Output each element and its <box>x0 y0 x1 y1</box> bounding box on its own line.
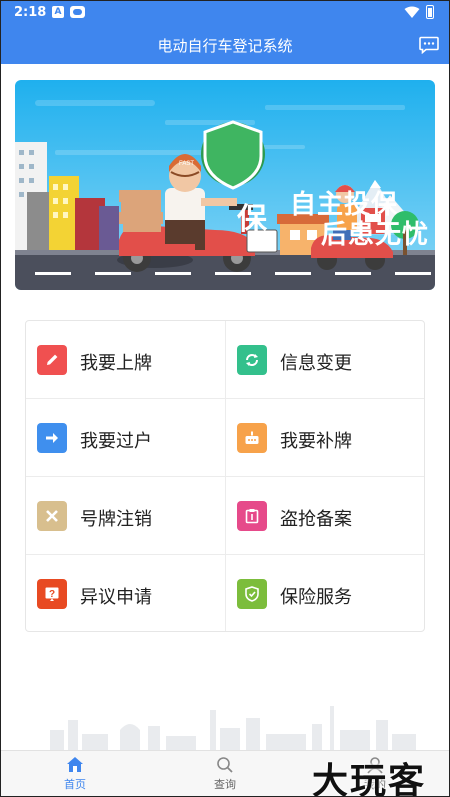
banner-shield-text: 保 <box>237 202 267 237</box>
app-bar: 电动自行车登记系统 <box>0 26 450 64</box>
banner-subline: 后患无忧 <box>321 220 430 250</box>
service-transfer[interactable]: 我要过户 <box>26 399 226 477</box>
service-grid: 我要上牌 信息变更 我要过户 我要补牌 号牌注销 盗抢备案 ? 异议申请 保险服… <box>25 320 425 632</box>
service-theft-report[interactable]: 盗抢备案 <box>226 477 426 555</box>
question-icon: ? <box>37 579 67 609</box>
search-icon <box>217 757 233 773</box>
close-icon <box>37 501 67 531</box>
nav-query[interactable]: 查询 <box>150 751 300 797</box>
nav-home[interactable]: 首页 <box>0 751 150 797</box>
skyline-decoration <box>50 706 416 752</box>
page-title: 电动自行车登记系统 <box>157 37 293 55</box>
service-label: 信息变更 <box>280 353 352 374</box>
service-replace-plate[interactable]: 我要补牌 <box>226 399 426 477</box>
arrow-right-icon <box>37 423 67 453</box>
wifi-icon <box>404 6 420 18</box>
home-icon <box>67 757 83 772</box>
message-icon[interactable] <box>419 36 439 54</box>
service-label: 我要补牌 <box>280 431 352 452</box>
shield-icon <box>237 579 267 609</box>
service-label: 盗抢备案 <box>280 509 352 530</box>
service-label: 我要上牌 <box>80 353 152 374</box>
watermark-text: 大玩客 <box>312 760 427 797</box>
service-label: 异议申请 <box>80 587 152 608</box>
svg-text:?: ? <box>49 589 55 600</box>
service-register-plate[interactable]: 我要上牌 <box>26 321 226 399</box>
insurance-banner[interactable]: FAST 保 自主投保 后患无忧 <box>15 80 435 290</box>
rider-cap-text: FAST <box>179 161 194 167</box>
service-cancel-plate[interactable]: 号牌注销 <box>26 477 226 555</box>
service-label: 我要过户 <box>80 431 152 452</box>
service-insurance[interactable]: 保险服务 <box>226 555 426 633</box>
plate-icon <box>237 423 267 453</box>
service-info-change[interactable]: 信息变更 <box>226 321 426 399</box>
battery-icon <box>426 5 434 19</box>
nav-label: 查询 <box>214 778 236 791</box>
status-time: 2:18 <box>14 5 47 20</box>
refresh-icon <box>237 345 267 375</box>
nav-label: 首页 <box>64 778 86 791</box>
notification-a-icon: A <box>52 6 64 18</box>
clipboard-icon <box>237 501 267 531</box>
service-objection[interactable]: ? 异议申请 <box>26 555 226 633</box>
service-label: 保险服务 <box>280 587 352 608</box>
status-bar: 2:18 A <box>0 0 450 26</box>
notification-app-icon <box>70 6 85 18</box>
service-label: 号牌注销 <box>80 509 152 530</box>
pencil-icon <box>37 345 67 375</box>
